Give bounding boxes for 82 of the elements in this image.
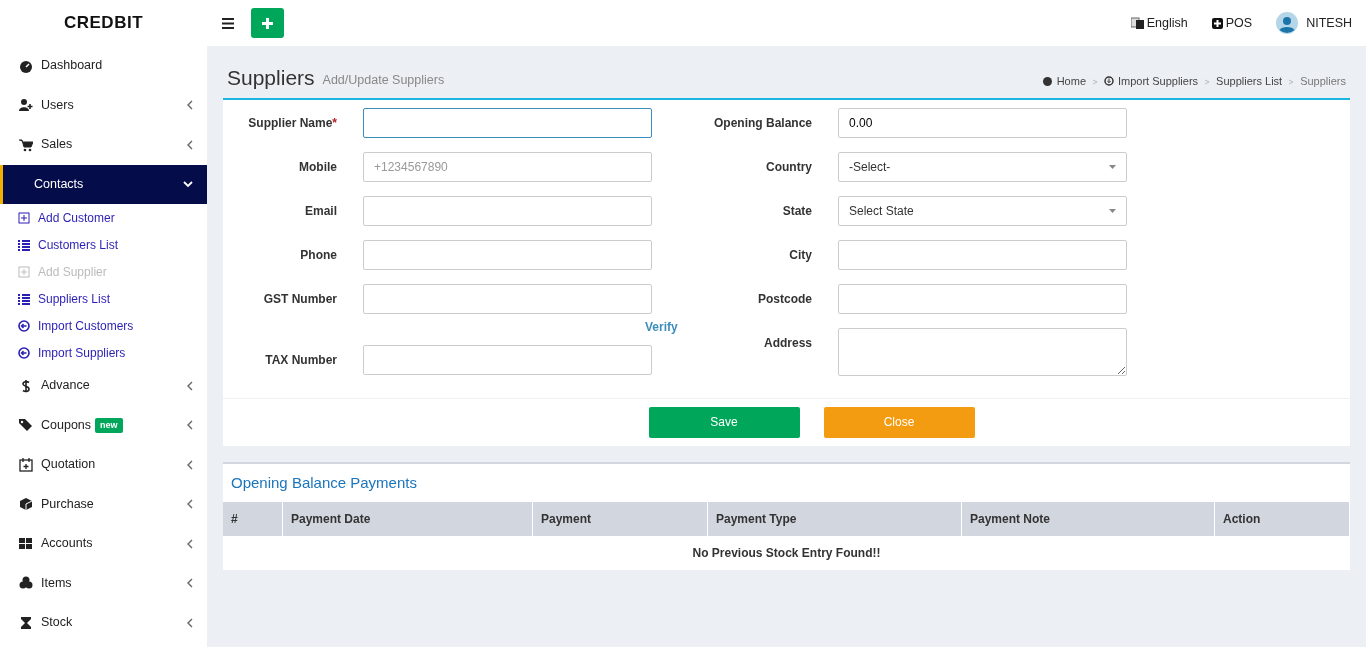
sidebar-item[interactable]: Items [0, 563, 207, 603]
input-field[interactable] [363, 107, 652, 138]
field-label: TAX Number [264, 351, 338, 369]
field-label: Opening Balance [712, 114, 813, 132]
dollar-icon [19, 378, 33, 393]
field-label: GST Number [262, 290, 338, 308]
panel-title: Opening Balance Payments [230, 472, 418, 493]
field-label: Country [765, 158, 813, 176]
breadcrumb-link[interactable]: Import Suppliers [1104, 73, 1199, 90]
sidebar-item[interactable]: Quotation [0, 445, 207, 485]
brand-logo[interactable]: CREDBIT [0, 0, 207, 46]
list-icon [18, 238, 30, 251]
input-field[interactable]: 0.00 [838, 107, 1127, 138]
sidebar-item[interactable]: Dashboard [0, 46, 207, 86]
select-field[interactable]: -Select- [838, 151, 1127, 182]
field-label: City [788, 246, 813, 264]
field-label: Phone [299, 246, 338, 264]
sidebar-item[interactable]: Stock [0, 603, 207, 643]
sidebar-item[interactable]: Accounts [0, 524, 207, 564]
pos-link[interactable]: POS [1211, 13, 1253, 33]
sidebar-item[interactable]: Contacts [0, 164, 207, 204]
plus-square-icon [18, 211, 30, 224]
cart-icon [19, 137, 33, 152]
select-field[interactable]: Select State [838, 195, 1127, 226]
caret-icon [1109, 208, 1116, 213]
sidebar-item[interactable]: Coupons new [0, 405, 207, 445]
language-link[interactable]: English [1130, 13, 1188, 33]
input-field[interactable] [363, 195, 652, 226]
page-title: Suppliers [227, 65, 315, 91]
list-icon [18, 292, 30, 305]
field-label: Supplier Name* [247, 114, 338, 132]
submenu-item[interactable]: Suppliers List [0, 285, 207, 312]
column-header: Payment [533, 502, 708, 536]
circle-arrow-icon [18, 319, 30, 332]
field-label: State [781, 202, 813, 220]
submenu-item[interactable]: Import Customers [0, 312, 207, 339]
add-button[interactable] [251, 8, 284, 38]
sidebar-item[interactable]: Purchase [0, 484, 207, 524]
plus-icon [262, 17, 273, 29]
cube-icon [19, 497, 33, 512]
field-label: Email [304, 202, 338, 220]
column-header: # [223, 502, 283, 536]
input-field[interactable] [363, 239, 652, 270]
column-header: Action [1215, 502, 1350, 536]
calendar-plus-icon [19, 457, 33, 472]
input-field[interactable] [363, 344, 652, 375]
address-field[interactable] [838, 327, 1127, 376]
input-field[interactable] [363, 283, 652, 314]
circle-arrow-icon [1104, 76, 1114, 87]
breadcrumb-link[interactable]: Suppliers List [1216, 73, 1283, 90]
input-field[interactable]: +1234567890 [363, 151, 652, 182]
field-label: Postcode [757, 290, 813, 308]
user-menu[interactable]: NITESH [1276, 12, 1352, 34]
user-plus-icon [19, 98, 33, 113]
breadcrumb-link[interactable]: Suppliers [1300, 73, 1346, 90]
submenu-item[interactable]: Add Customer [0, 204, 207, 231]
column-header: Payment Date [283, 502, 533, 536]
column-header: Payment Note [962, 502, 1215, 536]
empty-message: No Previous Stock Entry Found!! [691, 545, 882, 562]
circle-arrow-icon [18, 346, 30, 359]
caret-icon [1109, 164, 1116, 169]
column-header: Payment Type [708, 502, 962, 536]
field-label: Mobile [298, 158, 338, 176]
plus-square-icon [1211, 17, 1223, 29]
breadcrumb-link[interactable]: Home [1041, 73, 1086, 90]
input-field[interactable] [838, 239, 1127, 270]
plus-square-icon [18, 265, 30, 278]
translate-icon [1130, 16, 1144, 30]
input-field[interactable] [838, 283, 1127, 314]
avatar-icon [1276, 12, 1299, 34]
field-label: Address [762, 334, 813, 352]
sidebar-item[interactable]: Advance [0, 366, 207, 406]
page-subtitle: Add/Update Suppliers [322, 71, 445, 89]
tags-icon [19, 418, 33, 433]
sidebar-item[interactable]: Users [0, 85, 207, 125]
verify-link[interactable]: Verify [645, 317, 678, 336]
submenu-item[interactable]: Customers List [0, 231, 207, 258]
submenu-item[interactable]: Import Suppliers [0, 339, 207, 366]
hourglass-icon [19, 615, 33, 630]
new-badge: new [95, 417, 123, 433]
sidebar-item[interactable]: Sales [0, 125, 207, 165]
grid-icon [19, 536, 33, 551]
